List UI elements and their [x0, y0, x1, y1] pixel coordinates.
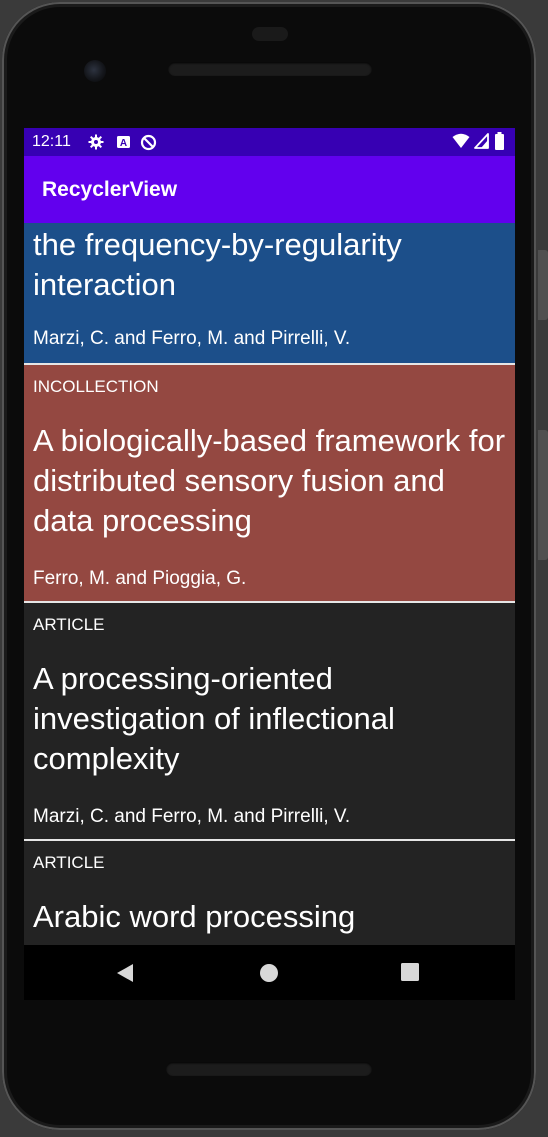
- app-title: RecyclerView: [42, 178, 178, 201]
- back-icon[interactable]: [115, 963, 135, 988]
- status-time: 12:11: [32, 133, 71, 150]
- front-camera: [84, 60, 106, 82]
- item-title: A biologically-based framework for distr…: [33, 423, 506, 538]
- volume-button: [538, 430, 548, 560]
- item-title: A processing-oriented investigation of i…: [33, 661, 395, 776]
- app-bar: RecyclerView: [24, 156, 515, 223]
- navigation-bar: [24, 945, 515, 1000]
- recents-icon[interactable]: [401, 963, 419, 986]
- power-button: [538, 250, 548, 320]
- item-type: ARTICLE: [33, 615, 105, 634]
- item-author: Marzi, C. and Ferro, M. and Pirrelli, V.: [33, 806, 351, 827]
- screen: 12:11 A RecyclerView the frequency-by-re…: [24, 128, 515, 1000]
- battery-icon: [495, 132, 504, 155]
- item-title: the frequency-by-regularity interaction: [33, 227, 402, 302]
- signal-icon: [474, 133, 489, 154]
- svg-text:A: A: [120, 138, 127, 149]
- top-speaker: [168, 62, 372, 76]
- item-author: Marzi, C. and Ferro, M. and Pirrelli, V.: [33, 328, 351, 349]
- a-badge-icon: A: [116, 134, 131, 155]
- wifi-icon: [452, 133, 470, 154]
- item-author: Ferro, M. and Pioggia, G.: [33, 568, 247, 589]
- earpiece-slot: [252, 27, 288, 41]
- status-bar: 12:11 A: [24, 128, 515, 156]
- list-item[interactable]: ARTICLE A processing-oriented investigat…: [24, 603, 515, 839]
- data-saver-icon: [140, 134, 157, 156]
- recycler-list[interactable]: the frequency-by-regularity interaction …: [24, 223, 515, 945]
- bottom-speaker: [166, 1062, 372, 1076]
- home-icon[interactable]: [259, 963, 279, 988]
- gear-icon: [88, 134, 104, 155]
- item-title: Arabic word processing: [33, 899, 356, 934]
- list-item[interactable]: INCOLLECTION A biologically-based framew…: [24, 365, 515, 601]
- item-type: ARTICLE: [33, 853, 105, 872]
- device-frame: 12:11 A RecyclerView the frequency-by-re…: [0, 0, 548, 1137]
- item-type: INCOLLECTION: [33, 377, 159, 396]
- list-item[interactable]: the frequency-by-regularity interaction …: [24, 223, 515, 363]
- list-item[interactable]: ARTICLE Arabic word processing: [24, 841, 515, 945]
